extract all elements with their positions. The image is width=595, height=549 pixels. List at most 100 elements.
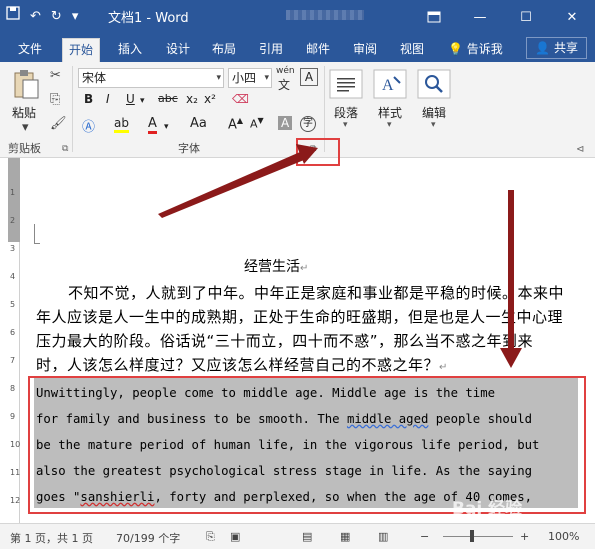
read-mode-icon[interactable]: ▤ bbox=[302, 530, 312, 543]
italic-button[interactable]: I bbox=[106, 92, 110, 106]
tab-review[interactable]: 审阅 bbox=[347, 38, 383, 62]
shrink-font-icon[interactable]: A▼ bbox=[250, 116, 264, 131]
redo-icon[interactable]: ↻ bbox=[51, 7, 62, 27]
styles-button[interactable]: 样式 bbox=[378, 104, 402, 121]
chevron-down-icon: ▾ bbox=[343, 120, 348, 130]
save-icon[interactable] bbox=[6, 6, 20, 27]
svg-text:A: A bbox=[382, 77, 394, 94]
web-layout-icon[interactable]: ▥ bbox=[378, 530, 388, 543]
margin-corner-mark bbox=[34, 224, 40, 244]
font-color-icon[interactable]: A bbox=[148, 116, 157, 134]
tab-insert[interactable]: 插入 bbox=[112, 38, 148, 62]
zoom-thumb[interactable] bbox=[470, 530, 474, 542]
chinese-line[interactable]: 时，人该怎么样度过？又应该怎么样经营自己的不惑之年？↵ bbox=[36, 354, 448, 375]
tell-me-label: 告诉我 bbox=[466, 42, 503, 56]
search-icon[interactable] bbox=[416, 68, 452, 99]
status-bar: 第 1 页，共 1 页 70/199 个字 ⎘ ▣ ▤ ▦ ▥ − + 100% bbox=[0, 523, 595, 549]
share-button[interactable]: 👤 共享 bbox=[526, 37, 587, 59]
cut-icon[interactable]: ✂ bbox=[50, 68, 61, 83]
ruler-tick: 4 bbox=[10, 272, 16, 281]
minimize-icon[interactable]: — bbox=[457, 0, 503, 34]
tab-view[interactable]: 视图 bbox=[394, 38, 430, 62]
font-size-value: 小四 bbox=[232, 71, 257, 85]
styles-icon[interactable]: A bbox=[372, 68, 408, 99]
zoom-level[interactable]: 100% bbox=[548, 530, 579, 543]
subscript-button[interactable]: x₂ bbox=[186, 92, 198, 106]
chevron-down-icon: ▾ bbox=[264, 73, 269, 83]
tab-mailings[interactable]: 邮件 bbox=[300, 38, 336, 62]
paste-icon[interactable] bbox=[12, 68, 40, 100]
change-case-icon[interactable]: Aa bbox=[190, 116, 207, 131]
copy-icon[interactable]: ⎘ bbox=[50, 92, 60, 107]
chinese-line[interactable]: 年人应该是人一生中的成熟期，正处于生命的旺盛期，但是也是人一生中心理 bbox=[36, 306, 563, 327]
ruler-margin bbox=[8, 158, 20, 242]
chevron-down-icon: ▾ bbox=[216, 73, 221, 83]
font-color-dropdown-icon[interactable]: ▾ bbox=[164, 122, 169, 132]
grow-font-icon[interactable]: A▲ bbox=[228, 116, 243, 132]
tab-home[interactable]: 开始 bbox=[62, 38, 101, 62]
zoom-slider[interactable] bbox=[443, 536, 513, 537]
editing-button[interactable]: 编辑 bbox=[422, 104, 446, 121]
ruler-tick: 2 bbox=[10, 216, 16, 225]
ruler-tick: 1 bbox=[10, 188, 16, 197]
separator bbox=[72, 66, 73, 152]
char-border-icon[interactable]: A bbox=[300, 68, 318, 86]
font-group-label: 字体 bbox=[178, 142, 200, 155]
paste-dropdown-icon[interactable]: ▾ bbox=[22, 120, 29, 135]
char-shading-icon[interactable]: A bbox=[278, 116, 293, 130]
font-size-select[interactable]: 小四 ▾ bbox=[228, 68, 272, 88]
clear-format-icon[interactable]: ⌫ bbox=[232, 92, 249, 106]
format-painter-icon[interactable]: 🖌 bbox=[50, 116, 67, 131]
tab-references[interactable]: 引用 bbox=[253, 38, 289, 62]
zoom-out-icon[interactable]: − bbox=[420, 530, 429, 543]
ruler-tick: 12 bbox=[10, 496, 21, 505]
collapse-ribbon-icon[interactable]: ⊲ bbox=[576, 144, 584, 155]
superscript-button[interactable]: x² bbox=[204, 92, 216, 106]
ruler-tick: 6 bbox=[10, 328, 16, 337]
maximize-icon[interactable]: ☐ bbox=[503, 0, 549, 34]
font-name-value: 宋体 bbox=[82, 71, 107, 85]
close-icon[interactable]: ✕ bbox=[549, 0, 595, 34]
enclose-char-icon[interactable]: 字 bbox=[300, 116, 316, 132]
proofing-icon[interactable]: ⎘ bbox=[206, 530, 215, 544]
font-name-select[interactable]: 宋体 ▾ bbox=[78, 68, 224, 88]
clipboard-launcher-icon[interactable]: ⧉ bbox=[62, 144, 68, 154]
tab-design[interactable]: 设计 bbox=[160, 38, 196, 62]
text-effects-icon[interactable]: Ⓐ bbox=[82, 116, 95, 135]
chinese-line[interactable]: 不知不觉，人就到了中年。中年正是家庭和事业都是平稳的时候。本来中 bbox=[68, 282, 564, 303]
tell-me-search[interactable]: 💡 告诉我 bbox=[442, 38, 509, 62]
customize-icon[interactable]: ▾ bbox=[72, 7, 79, 27]
underline-dropdown-icon[interactable]: ▾ bbox=[140, 96, 145, 106]
macro-icon[interactable]: ▣ bbox=[230, 530, 240, 543]
phonetic-char: 文 bbox=[278, 78, 291, 92]
vertical-ruler: 1 2 3 4 5 6 7 8 9 10 11 12 bbox=[8, 158, 20, 523]
undo-icon[interactable]: ↶ bbox=[30, 7, 41, 27]
paste-button[interactable]: 粘贴 bbox=[12, 104, 36, 121]
tab-layout[interactable]: 布局 bbox=[206, 38, 242, 62]
lightbulb-icon: 💡 bbox=[448, 42, 463, 56]
title-bar: ↶ ↻ ▾ 文档1 - Word — ☐ ✕ bbox=[0, 0, 595, 34]
underline-button[interactable]: U bbox=[126, 92, 135, 106]
chinese-line[interactable]: 压力最大的阶段。俗话说“三十而立，四十而不惑”，那么当不惑之年到来 bbox=[36, 330, 533, 351]
restore-icon[interactable] bbox=[411, 0, 457, 34]
document-heading[interactable]: 经营生活↵ bbox=[244, 256, 308, 276]
zoom-in-icon[interactable]: + bbox=[520, 530, 529, 543]
page-count[interactable]: 第 1 页，共 1 页 bbox=[10, 530, 93, 546]
word-count[interactable]: 70/199 个字 bbox=[116, 530, 180, 546]
launcher-highlight-box bbox=[296, 138, 340, 166]
paragraph-button[interactable]: 段落 bbox=[334, 104, 358, 121]
paragraph-icon[interactable] bbox=[328, 68, 364, 99]
strikethrough-button[interactable]: abc bbox=[158, 92, 178, 105]
bold-button[interactable]: B bbox=[84, 92, 93, 106]
chevron-down-icon: ▾ bbox=[387, 120, 392, 130]
tab-file[interactable]: 文件 bbox=[12, 38, 48, 62]
ruler-tick: 9 bbox=[10, 412, 16, 421]
print-layout-icon[interactable]: ▦ bbox=[340, 530, 350, 543]
watermark-logo: Bai 经验 bbox=[452, 499, 523, 519]
phonetic-guide-icon[interactable]: wén bbox=[276, 66, 295, 76]
highlight-icon[interactable]: ab bbox=[114, 116, 129, 133]
person-icon: 👤 bbox=[535, 41, 551, 55]
share-label: 共享 bbox=[553, 41, 578, 55]
ruler-tick: 5 bbox=[10, 300, 16, 309]
clipboard-group-label: 剪贴板 bbox=[8, 142, 41, 155]
